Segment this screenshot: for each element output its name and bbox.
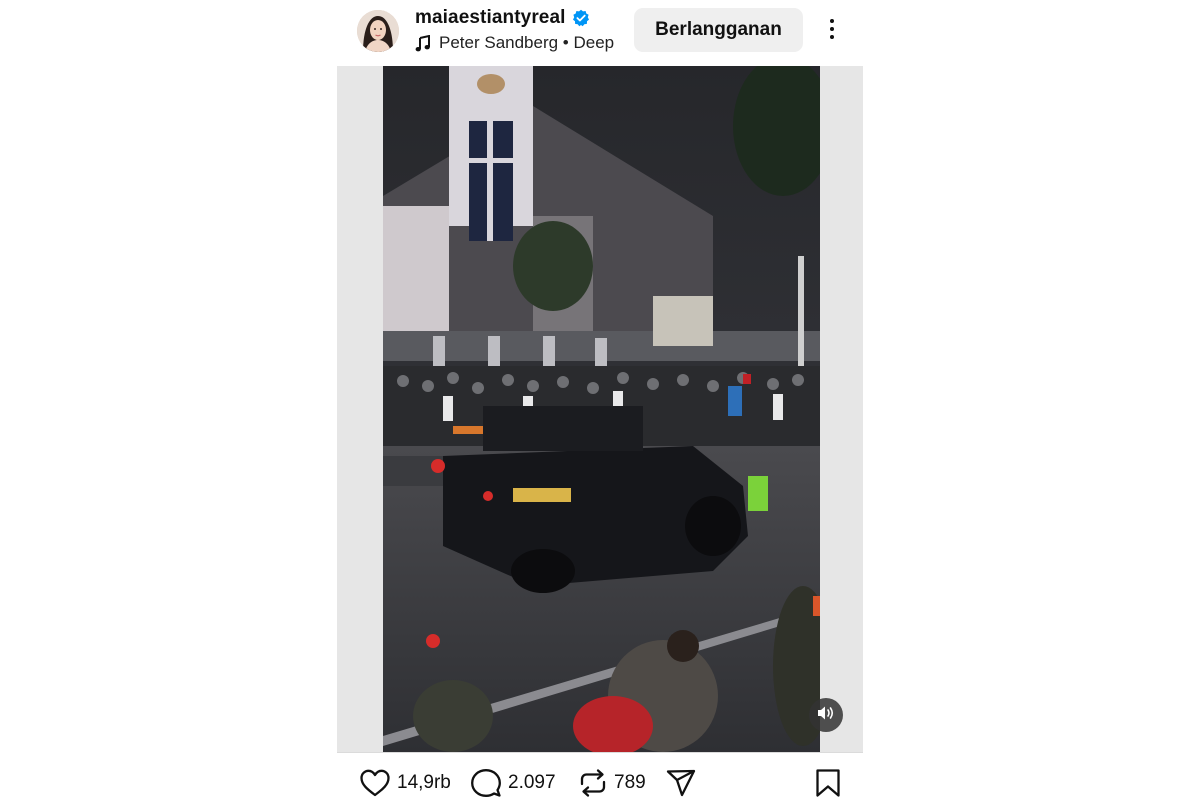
comment-count: 2.097 (508, 772, 556, 793)
avatar[interactable] (357, 10, 399, 52)
video-player[interactable] (383, 66, 820, 752)
share-icon (665, 768, 697, 798)
post-actions: 14,9rb 2.097 789 (337, 762, 863, 800)
heart-icon (359, 768, 391, 798)
like-count: 14,9rb (397, 772, 451, 793)
post: maiaestiantyreal Peter Sandberg • Deep B… (337, 0, 863, 800)
username[interactable]: maiaestiantyreal (415, 7, 566, 29)
music-row[interactable]: Peter Sandberg • Deep (415, 33, 614, 53)
repost-icon (578, 768, 608, 798)
like-button[interactable]: 14,9rb (359, 768, 451, 798)
comment-icon (470, 768, 502, 798)
repost-count: 789 (614, 772, 646, 793)
more-vertical-icon[interactable] (825, 15, 839, 45)
divider (337, 752, 863, 753)
mute-toggle[interactable] (809, 698, 843, 732)
repost-button[interactable]: 789 (578, 768, 646, 798)
music-track: Peter Sandberg • Deep (439, 33, 615, 52)
post-media (337, 66, 863, 752)
username-row: maiaestiantyreal (415, 7, 590, 29)
bookmark-icon (814, 768, 842, 798)
comment-button[interactable]: 2.097 (470, 768, 556, 798)
save-button[interactable] (814, 768, 842, 798)
verified-badge-icon (572, 9, 590, 27)
subscribe-button[interactable]: Berlangganan (634, 8, 803, 52)
share-button[interactable] (665, 768, 697, 798)
speaker-icon (817, 705, 835, 726)
music-note-icon (415, 34, 431, 52)
post-header: maiaestiantyreal Peter Sandberg • Deep B… (337, 0, 863, 62)
